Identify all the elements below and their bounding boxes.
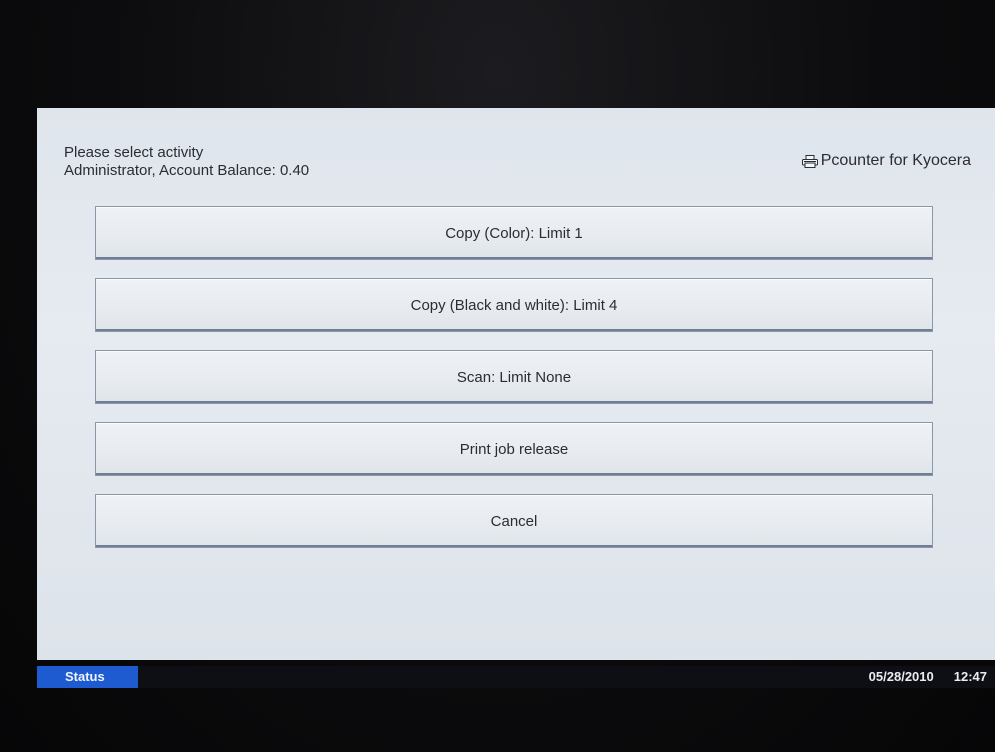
copy-color-label: Copy (Color): Limit 1 — [445, 224, 583, 242]
touch-screen: Please select activity Administrator, Ac… — [37, 108, 995, 660]
printer-icon — [801, 154, 818, 168]
select-activity-prompt: Please select activity — [64, 144, 204, 161]
date-text: 05/28/2010 — [868, 669, 934, 684]
brand-label: Pcounter for Kyocera — [801, 152, 971, 170]
scan-label: Scan: Limit None — [456, 368, 572, 386]
copy-bw-label: Copy (Black and white): Limit 4 — [410, 296, 618, 314]
cancel-button[interactable]: Cancel — [95, 494, 933, 548]
brand-text: Pcounter for Kyocera — [820, 152, 971, 169]
scan-button[interactable]: Scan: Limit None — [95, 350, 933, 404]
status-bar: Status 05/28/2010 12:47 — [37, 666, 995, 688]
print-job-release-button[interactable]: Print job release — [95, 422, 933, 476]
activity-list: Copy (Color): Limit 1 Copy (Black and wh… — [95, 206, 935, 566]
copy-color-button[interactable]: Copy (Color): Limit 1 — [95, 206, 933, 260]
account-balance-line: Administrator, Account Balance: 0.40 — [64, 162, 310, 179]
device-frame: Please select activity Administrator, Ac… — [0, 0, 995, 752]
header-info: Please select activity Administrator, Ac… — [64, 144, 309, 180]
copy-bw-button[interactable]: Copy (Black and white): Limit 4 — [95, 278, 933, 332]
print-job-release-label: Print job release — [459, 440, 569, 458]
time-text: 12:47 — [953, 669, 987, 684]
cancel-label: Cancel — [490, 512, 538, 530]
status-button[interactable]: Status — [37, 666, 138, 688]
datetime-display: 05/28/2010 12:47 — [869, 666, 987, 688]
